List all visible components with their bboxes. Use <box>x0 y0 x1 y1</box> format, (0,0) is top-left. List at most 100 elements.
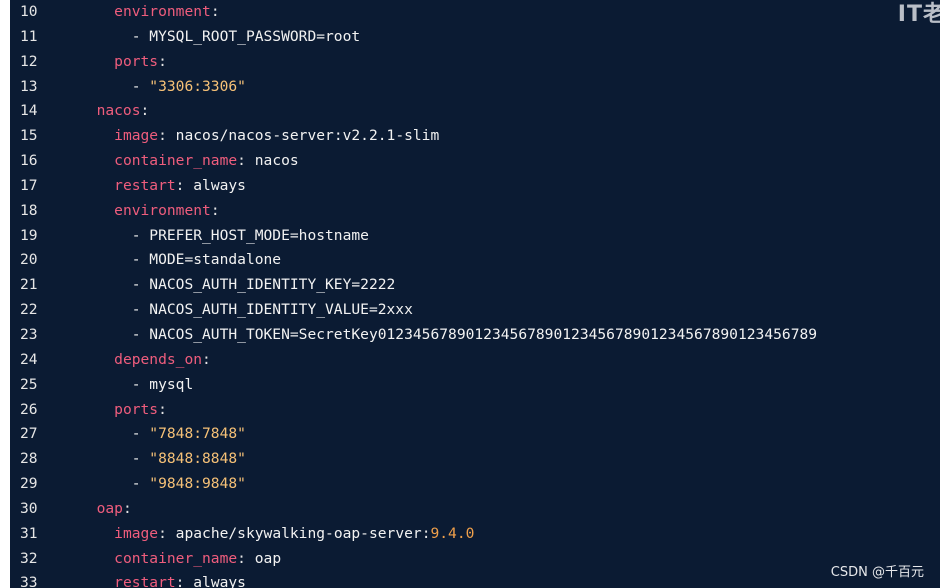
line-content: - PREFER_HOST_MODE=hostname <box>56 224 369 249</box>
code-token: - <box>79 251 150 269</box>
code-token: : <box>237 549 255 567</box>
line-content: - "3306:3306" <box>56 75 246 100</box>
code-token: - <box>79 276 150 294</box>
code-token: nacos <box>254 152 299 170</box>
code-token: MODE=standalone <box>149 251 282 269</box>
line-number: 17 <box>20 176 38 194</box>
code-line: 30 oap: <box>10 497 940 522</box>
code-token: : <box>175 176 194 194</box>
code-line: 16 container_name: nacos <box>10 149 940 174</box>
code-token: mysql <box>149 375 194 393</box>
code-token: - <box>79 301 150 319</box>
line-number: 10 <box>20 3 38 20</box>
code-line: 21 - NACOS_AUTH_IDENTITY_KEY=2222 <box>10 273 940 298</box>
code-line: 12 ports: <box>10 50 940 75</box>
code-token: nacos <box>96 102 141 120</box>
code-token: image <box>114 127 159 145</box>
line-number: 23 <box>20 325 38 343</box>
code-token: image <box>114 524 159 542</box>
code-token: always <box>193 574 246 588</box>
code-token: restart <box>114 176 176 194</box>
code-token: : <box>158 400 167 418</box>
line-content: container_name: nacos <box>56 149 299 174</box>
code-token: NACOS_AUTH_IDENTITY_KEY=2222 <box>149 276 396 294</box>
code-token: : <box>158 127 176 145</box>
code-line: 10 environment: <box>10 0 940 25</box>
line-number: 32 <box>20 549 38 567</box>
code-line: 25 - mysql <box>10 373 940 398</box>
line-content: ports: <box>56 50 167 75</box>
code-line: 24 depends_on: <box>10 348 940 373</box>
code-line: 32 container_name: oap <box>10 547 940 572</box>
line-content: - MYSQL_ROOT_PASSWORD=root <box>56 25 360 50</box>
code-token: : <box>175 574 194 588</box>
code-line: 20 - MODE=standalone <box>10 248 940 273</box>
line-content: restart: always <box>56 174 246 199</box>
code-token: : <box>210 3 220 20</box>
line-number: 18 <box>20 201 38 219</box>
line-number: 16 <box>20 152 38 170</box>
code-token: : <box>140 102 150 120</box>
line-content: - "9848:9848" <box>56 472 246 497</box>
code-token: : <box>210 201 220 219</box>
line-content: - NACOS_AUTH_TOKEN=SecretKey012345678901… <box>56 323 817 348</box>
code-token: container_name <box>114 549 238 567</box>
code-token: "8848:8848" <box>149 450 246 468</box>
code-token: "9848:9848" <box>149 475 246 493</box>
line-number: 26 <box>20 400 38 418</box>
line-number: 33 <box>20 574 38 588</box>
code-token: environment <box>114 201 211 219</box>
code-line: 27 - "7848:7848" <box>10 422 940 447</box>
code-token: MYSQL_ROOT_PASSWORD=root <box>149 27 361 45</box>
code-token: container_name <box>114 152 238 170</box>
line-number: 22 <box>20 301 38 319</box>
code-line: 33 restart: always <box>10 571 940 588</box>
line-content: image: apache/skywalking-oap-server:9.4.… <box>56 522 474 547</box>
watermark-csdn: CSDN @千百元 <box>830 565 924 580</box>
code-token: : <box>122 499 132 517</box>
code-line: 17 restart: always <box>10 174 940 199</box>
code-token: PREFER_HOST_MODE=hostname <box>149 226 369 244</box>
code-token: "7848:7848" <box>149 425 246 443</box>
line-number: 27 <box>20 425 38 443</box>
code-token: - <box>79 226 150 244</box>
code-token: restart <box>114 574 176 588</box>
code-line: 26 ports: <box>10 398 940 423</box>
code-token: NACOS_AUTH_TOKEN=SecretKey01234567890123… <box>149 325 818 343</box>
line-number: 28 <box>20 450 38 468</box>
code-token: : <box>237 152 255 170</box>
code-token: ports <box>114 400 159 418</box>
line-content: oap: <box>56 497 132 522</box>
code-line: 29 - "9848:9848" <box>10 472 940 497</box>
line-number: 15 <box>20 127 38 145</box>
code-token: apache/skywalking-oap-server <box>175 524 422 542</box>
line-number: 24 <box>20 350 38 368</box>
line-content: - mysql <box>56 373 194 398</box>
code-token: ports <box>114 52 159 70</box>
code-line: 18 environment: <box>10 199 940 224</box>
code-line: 22 - NACOS_AUTH_IDENTITY_VALUE=2xxx <box>10 298 940 323</box>
code-line: 19 - PREFER_HOST_MODE=hostname <box>10 224 940 249</box>
line-number: 14 <box>20 102 38 120</box>
code-editor[interactable]: 10 environment: 11 - MYSQL_ROOT_PASSWORD=… <box>10 0 940 588</box>
line-content: nacos: <box>56 99 150 124</box>
code-token: - <box>79 475 150 493</box>
line-number: 25 <box>20 375 38 393</box>
line-content: container_name: oap <box>56 547 281 572</box>
code-token: - <box>79 325 150 343</box>
line-content: - NACOS_AUTH_IDENTITY_VALUE=2xxx <box>56 298 413 323</box>
line-number: 12 <box>20 52 38 70</box>
code-token: - <box>79 375 150 393</box>
code-token: : <box>158 52 167 70</box>
code-token: oap <box>96 499 123 517</box>
code-token: - <box>79 77 150 95</box>
code-line: 28 - "8848:8848" <box>10 447 940 472</box>
code-token: - <box>79 27 150 45</box>
